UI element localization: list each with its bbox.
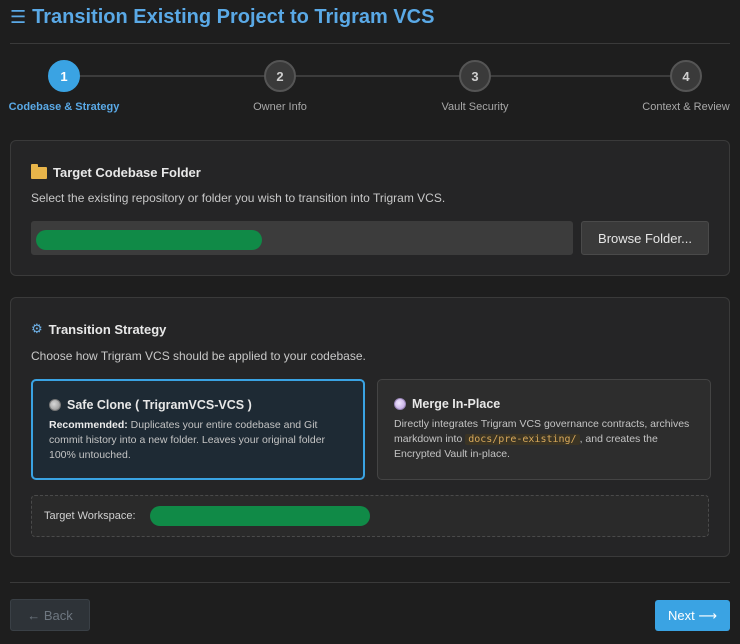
- list-icon: ☰: [10, 7, 27, 28]
- step-2-circle[interactable]: 2: [264, 60, 296, 92]
- safe-clone-option[interactable]: Safe Clone ( TrigramVCS-VCS ) Recommende…: [31, 379, 365, 480]
- recommended-label: Recommended:: [49, 419, 128, 431]
- step-1-label: Codebase & Strategy: [8, 101, 120, 113]
- step-3-circle[interactable]: 3: [459, 60, 491, 92]
- codebase-panel: Target Codebase Folder Select the existi…: [10, 140, 730, 276]
- redacted-path: [36, 230, 262, 250]
- strategy-panel-title: ⚙ Transition Strategy: [31, 322, 166, 337]
- codebase-panel-title-text: Target Codebase Folder: [53, 165, 201, 180]
- codebase-panel-title: Target Codebase Folder: [31, 163, 201, 180]
- step-2-label: Owner Info: [253, 101, 307, 113]
- wizard-stepper: 1 Codebase & Strategy 2 Owner Info 3 Vau…: [0, 56, 740, 120]
- step-4-circle[interactable]: 4: [670, 60, 702, 92]
- codebase-panel-description: Select the existing repository or folder…: [31, 191, 446, 205]
- target-workspace-label: Target Workspace:: [44, 510, 136, 522]
- merge-in-place-option[interactable]: Merge In-Place Directly integrates Trigr…: [377, 379, 711, 480]
- page-title-text: Transition Existing Project to Trigram V…: [32, 6, 435, 28]
- target-workspace-box: Target Workspace:: [31, 495, 709, 537]
- next-button[interactable]: Next ⟶: [655, 600, 730, 631]
- step-4-label: Context & Review: [642, 101, 730, 113]
- merge-in-place-title: Merge In-Place: [412, 397, 501, 411]
- step-1-circle[interactable]: 1: [48, 60, 80, 92]
- title-divider: [10, 43, 730, 44]
- merge-in-place-radio[interactable]: [394, 398, 406, 410]
- page-title: ☰ Transition Existing Project to Trigram…: [10, 6, 434, 29]
- safe-clone-description: Recommended: Duplicates your entire code…: [49, 418, 347, 463]
- browse-folder-button[interactable]: Browse Folder...: [581, 221, 709, 255]
- stepper-track: [64, 75, 686, 77]
- redacted-workspace-path: [150, 506, 370, 526]
- footer-divider: [10, 582, 730, 583]
- docs-path-code: docs/pre-existing/: [465, 434, 580, 445]
- folder-icon: [31, 163, 47, 179]
- step-3-label: Vault Security: [441, 101, 509, 113]
- codebase-path-input[interactable]: [31, 221, 573, 255]
- back-button[interactable]: ← Back: [10, 599, 90, 631]
- strategy-panel: ⚙ Transition Strategy Choose how Trigram…: [10, 297, 730, 557]
- strategy-panel-title-text: Transition Strategy: [48, 322, 167, 337]
- safe-clone-radio[interactable]: [49, 399, 61, 411]
- strategy-panel-description: Choose how Trigram VCS should be applied…: [31, 349, 366, 363]
- merge-in-place-description: Directly integrates Trigram VCS governan…: [394, 417, 694, 462]
- gear-icon: ⚙: [31, 322, 43, 337]
- safe-clone-title: Safe Clone ( TrigramVCS-VCS ): [67, 398, 252, 412]
